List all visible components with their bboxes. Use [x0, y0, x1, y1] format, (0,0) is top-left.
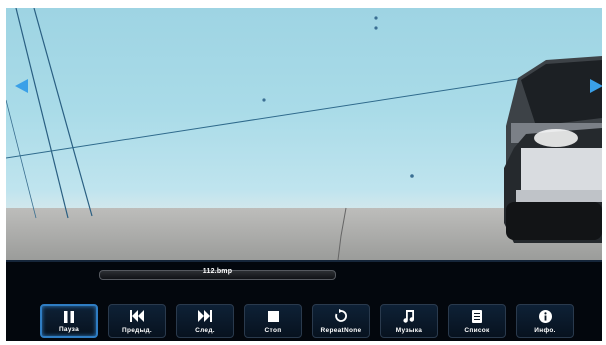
skip-previous-icon [109, 309, 165, 323]
photo-image [6, 8, 602, 260]
repeat-label: RepeatNone [320, 327, 362, 334]
ground-crack [337, 207, 347, 260]
list-label: Список [464, 327, 490, 334]
pause-icon [42, 310, 96, 324]
info-button[interactable]: Инфо. [516, 304, 574, 338]
repeat-icon [313, 309, 369, 323]
arrow-left-icon[interactable] [15, 79, 28, 93]
file-name-bar: 112.bmp [99, 268, 336, 280]
music-button[interactable]: Музыка [380, 304, 438, 338]
power-line [15, 8, 69, 219]
next-button[interactable]: След. [176, 304, 234, 338]
speck [262, 98, 266, 102]
list-icon [449, 309, 505, 323]
repeat-button[interactable]: RepeatNone [312, 304, 370, 338]
stop-label: Стоп [264, 327, 282, 334]
photo-viewport [6, 8, 602, 260]
car [504, 56, 602, 243]
control-buttons: Пауза Предыд. След. Стоп RepeatNone Музыка Спи… [40, 304, 574, 338]
music-label: Музыка [395, 327, 423, 334]
speck [410, 174, 414, 178]
pause-label: Пауза [58, 326, 80, 333]
power-line [6, 99, 37, 219]
speck [374, 26, 378, 30]
list-button[interactable]: Список [448, 304, 506, 338]
prev-label: Предыд. [122, 327, 152, 334]
control-bar: 112.bmp Пауза Предыд. След. Стоп RepeatNone М… [6, 260, 602, 341]
tv-screen: 112.bmp Пауза Предыд. След. Стоп RepeatNone М… [6, 8, 602, 341]
info-icon [517, 309, 573, 323]
music-note-icon [381, 309, 437, 323]
stop-button[interactable]: Стоп [244, 304, 302, 338]
speck [374, 16, 378, 20]
arrow-right-icon[interactable] [590, 79, 602, 93]
skip-next-icon [177, 309, 233, 323]
power-line [33, 8, 93, 217]
info-label: Инфо. [534, 327, 556, 334]
file-name: 112.bmp [202, 268, 233, 275]
prev-button[interactable]: Предыд. [108, 304, 166, 338]
pause-button[interactable]: Пауза [40, 304, 98, 338]
stop-icon [245, 309, 301, 323]
next-label: След. [195, 327, 215, 334]
